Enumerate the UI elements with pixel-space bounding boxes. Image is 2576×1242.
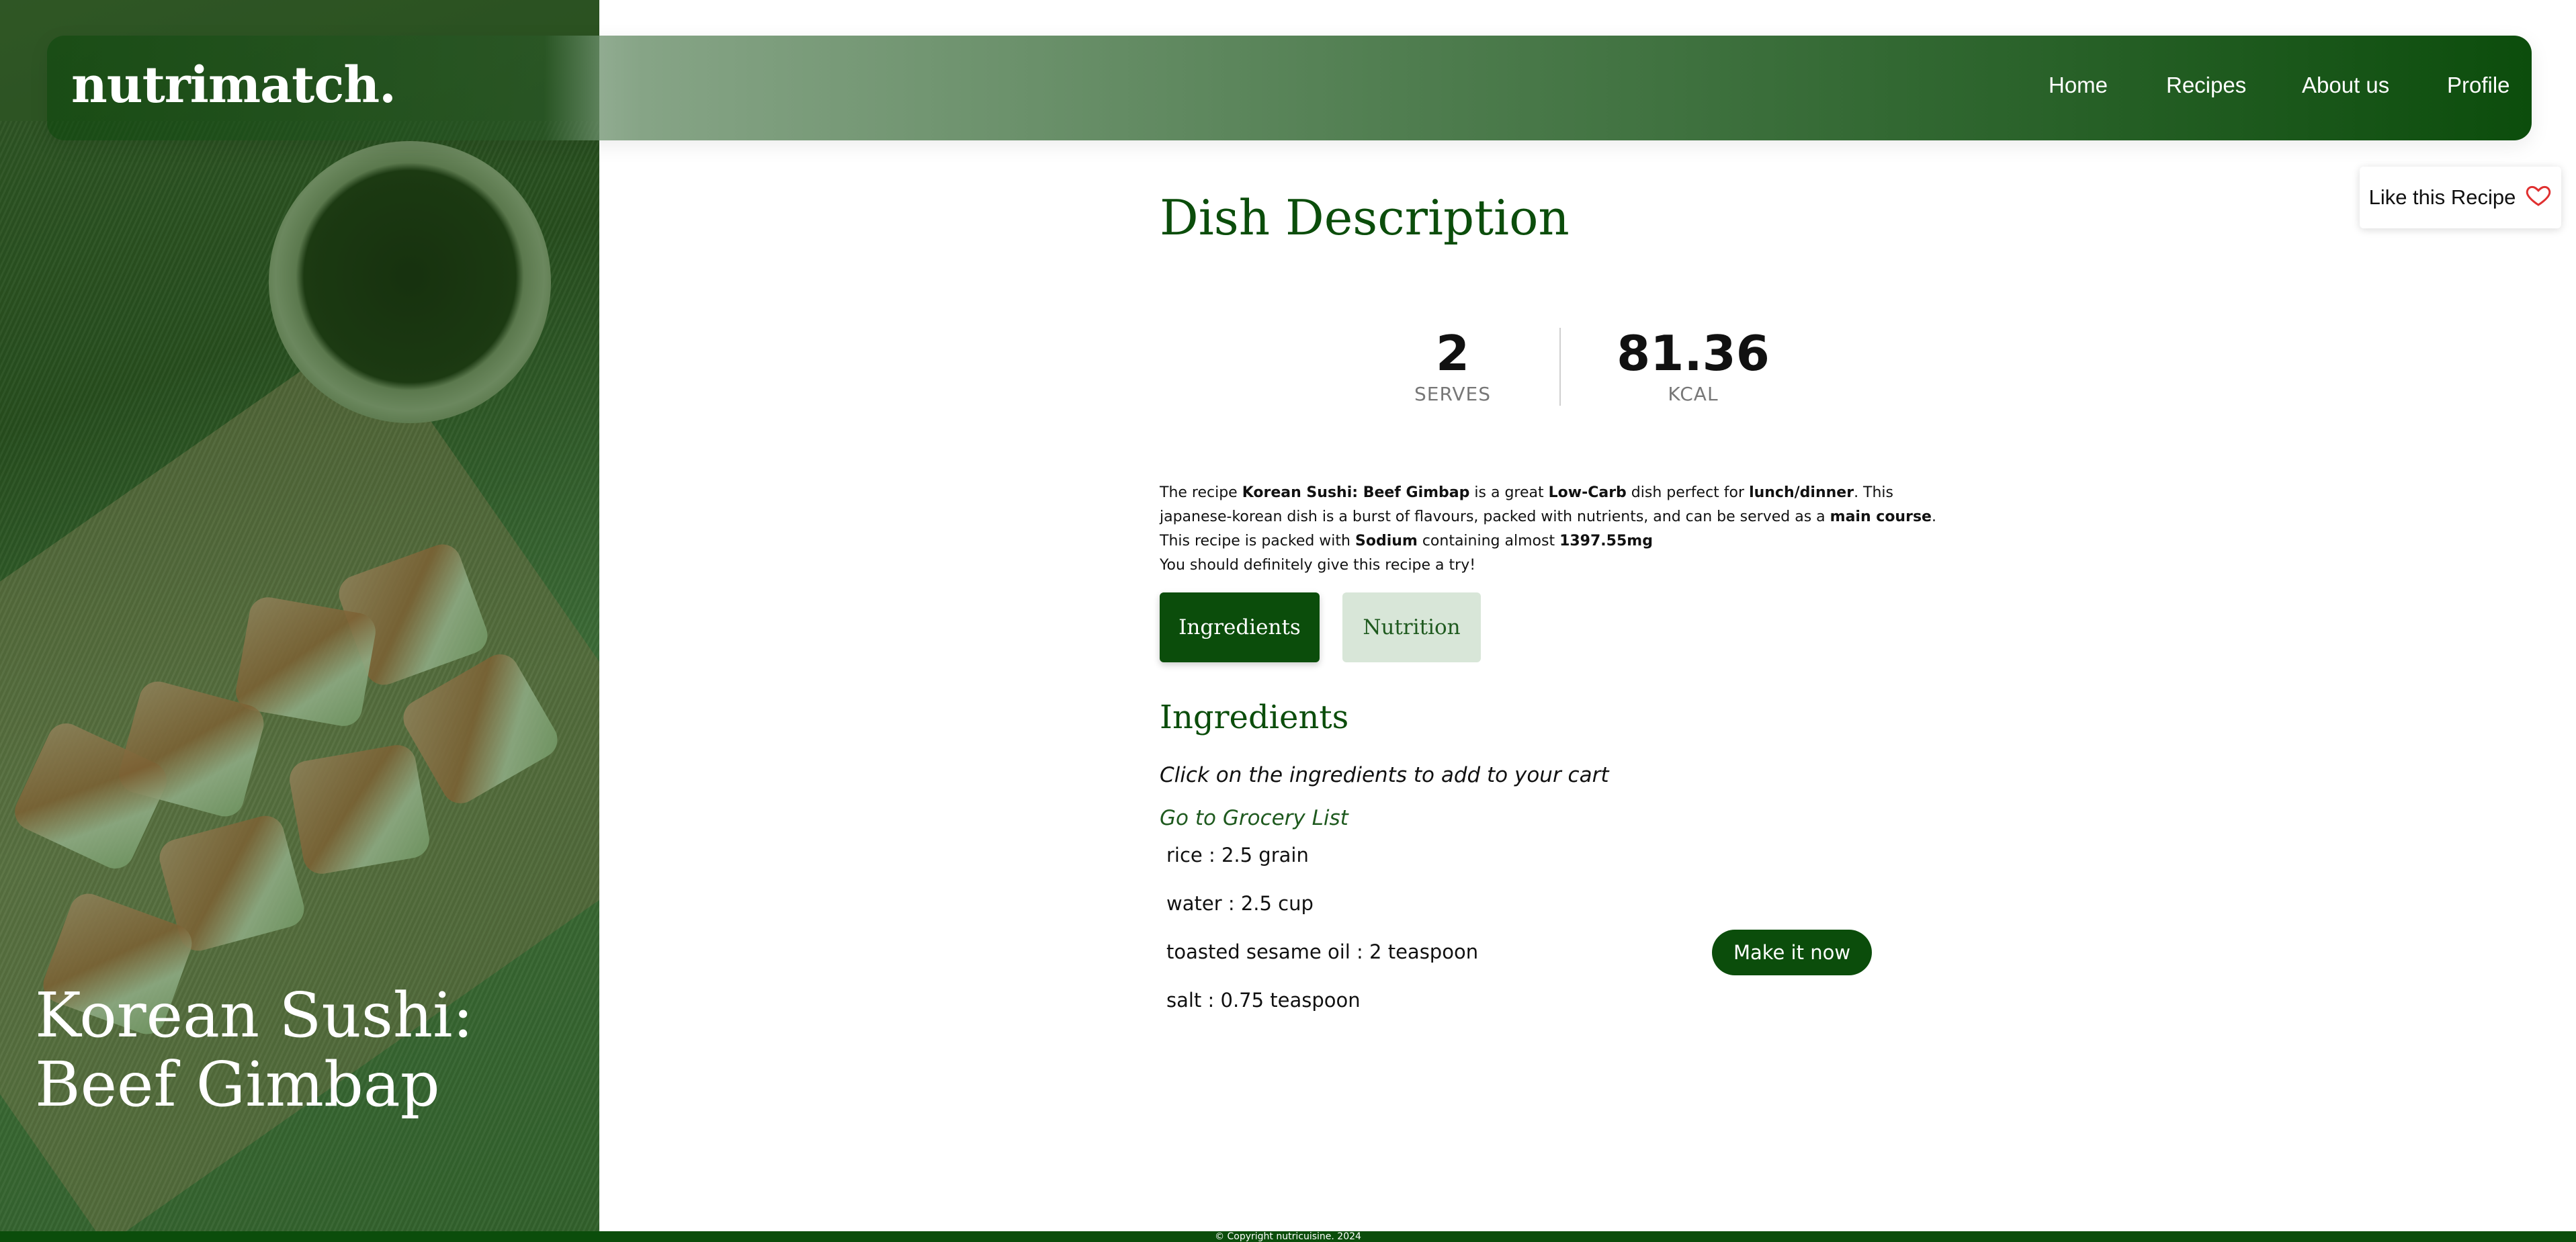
serves-label: SERVES bbox=[1414, 383, 1491, 405]
footer-copyright: © Copyright nutricuisine. 2024 bbox=[1215, 1231, 1361, 1242]
desc-text: dish perfect for bbox=[1626, 484, 1750, 501]
recipe-title: Korean Sushi: Beef Gimbap bbox=[35, 981, 572, 1119]
heart-icon bbox=[2525, 181, 2552, 214]
desc-nutrient: Sodium bbox=[1355, 533, 1418, 549]
grocery-list-link[interactable]: Go to Grocery List bbox=[1160, 806, 1348, 830]
tab-nutrition[interactable]: Nutrition bbox=[1342, 592, 1481, 662]
desc-amount: 1397.55mg bbox=[1559, 533, 1653, 549]
ingredients-hint: Click on the ingredients to add to your … bbox=[1160, 763, 1609, 787]
recipe-title-line1: Korean Sushi: bbox=[35, 979, 474, 1051]
nav-home[interactable]: Home bbox=[2049, 73, 2108, 98]
footer: © Copyright nutricuisine. 2024 bbox=[0, 1231, 2576, 1242]
tab-ingredients[interactable]: Ingredients bbox=[1160, 592, 1320, 662]
recipe-title-line2: Beef Gimbap bbox=[35, 1049, 440, 1121]
desc-text: is a great bbox=[1469, 484, 1549, 501]
kcal-value: 81.36 bbox=[1617, 325, 1770, 382]
desc-course: main course bbox=[1830, 508, 1932, 525]
recipe-description: The recipe Korean Sushi: Beef Gimbap is … bbox=[1160, 481, 1939, 578]
like-recipe-label: Like this Recipe bbox=[2368, 185, 2516, 209]
hero-image-panel: Korean Sushi: Beef Gimbap bbox=[0, 0, 599, 1233]
stats-divider bbox=[1559, 328, 1561, 406]
header-bar bbox=[47, 36, 2532, 140]
ingredient-item[interactable]: rice : 2.5 grain bbox=[1166, 844, 1309, 867]
ingredients-heading: Ingredients bbox=[1160, 699, 1349, 736]
serves-value: 2 bbox=[1435, 325, 1470, 382]
site-logo[interactable]: nutrimatch. bbox=[71, 56, 396, 114]
nav-profile[interactable]: Profile bbox=[2447, 73, 2510, 98]
make-it-now-button[interactable]: Make it now bbox=[1712, 930, 1872, 975]
kcal-label: KCAL bbox=[1668, 383, 1719, 405]
desc-diet: Low-Carb bbox=[1548, 484, 1627, 501]
desc-text: containing almost bbox=[1417, 533, 1560, 549]
desc-meal: lunch/dinner bbox=[1749, 484, 1854, 501]
ingredient-item[interactable]: toasted sesame oil : 2 teaspoon bbox=[1166, 940, 1478, 963]
desc-closing: You should definitely give this recipe a… bbox=[1160, 557, 1476, 574]
nav-recipes[interactable]: Recipes bbox=[2166, 73, 2246, 98]
nav-about-us[interactable]: About us bbox=[2302, 73, 2389, 98]
ingredient-item[interactable]: water : 2.5 cup bbox=[1166, 892, 1314, 915]
like-recipe-button[interactable]: Like this Recipe bbox=[2360, 167, 2561, 228]
desc-recipe-name: Korean Sushi: Beef Gimbap bbox=[1242, 484, 1470, 501]
page-title: Dish Description bbox=[1160, 189, 1570, 246]
desc-text: The recipe bbox=[1160, 484, 1242, 501]
ingredient-item[interactable]: salt : 0.75 teaspoon bbox=[1166, 989, 1361, 1012]
